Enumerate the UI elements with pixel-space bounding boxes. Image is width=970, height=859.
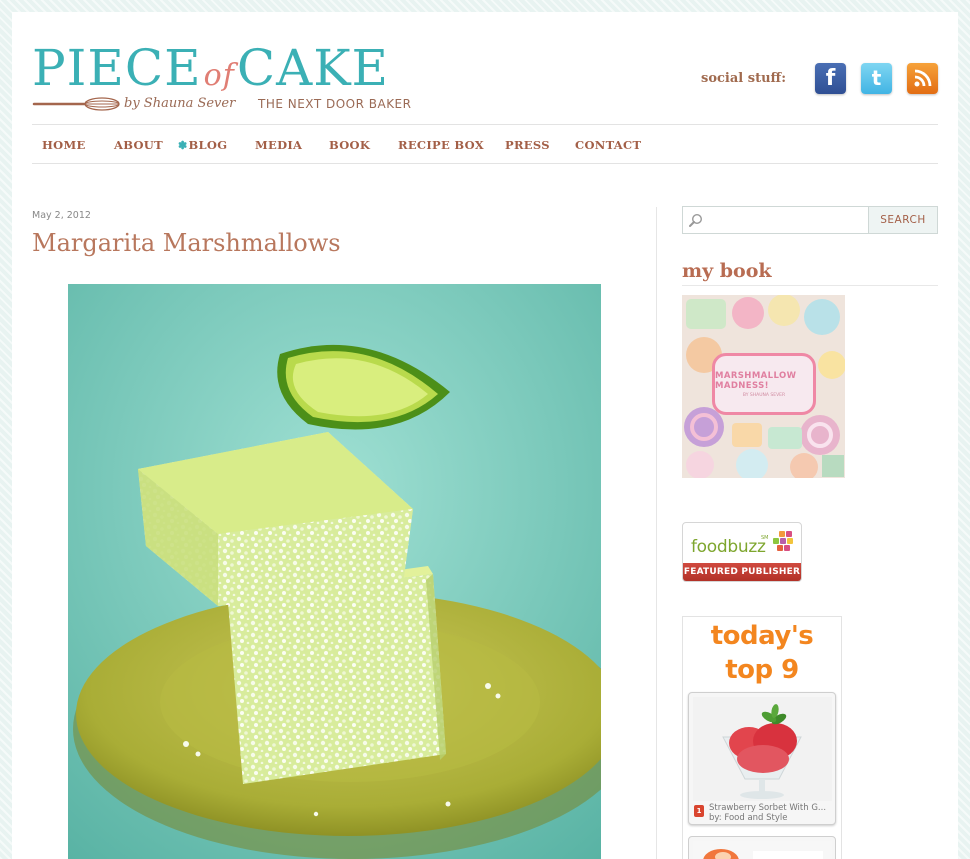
search-button[interactable]: SEARCH xyxy=(868,206,938,234)
main-nav: HOME ABOUT ✽BLOG MEDIA BOOK RECIPE BOX P… xyxy=(32,124,938,164)
top9-item[interactable] xyxy=(688,836,836,859)
logo-wordmark: PIECEofCAKE xyxy=(32,39,390,97)
book-cover[interactable]: MARSHMALLOW MADNESS! BY SHAUNA SEVER xyxy=(682,295,845,478)
site-logo[interactable]: PIECEofCAKE by Shauna Sever THE NEXT DOO… xyxy=(32,39,412,124)
nav-about[interactable]: ABOUT xyxy=(114,138,163,152)
foodbuzz-logo: foodbuzz xyxy=(691,537,766,557)
rank-badge: 1 xyxy=(694,805,704,817)
top9-item-image xyxy=(693,697,832,801)
top9-heading: today's top 9 xyxy=(710,621,814,685)
foodbuzz-badge[interactable]: foodbuzz SM FEATURED PUBLISHER xyxy=(682,522,802,582)
post-date: May 2, 2012 xyxy=(32,210,91,221)
facebook-icon[interactable]: f xyxy=(815,62,846,94)
nav-blog[interactable]: ✽BLOG xyxy=(178,138,227,152)
nav-press[interactable]: PRESS xyxy=(505,138,550,152)
top9-item-image xyxy=(693,841,832,859)
nav-recipe-box[interactable]: RECIPE BOX xyxy=(398,138,484,152)
my-book-heading: my book xyxy=(682,260,938,286)
column-divider xyxy=(656,207,657,859)
nav-home[interactable]: HOME xyxy=(42,138,86,152)
search-form: SEARCH xyxy=(682,206,938,234)
social-label: social stuff: xyxy=(701,70,786,86)
top9-item-caption: Strawberry Sorbet With G... by: Food and… xyxy=(709,803,827,823)
nav-media[interactable]: MEDIA xyxy=(255,138,302,152)
top9-item[interactable]: 1 Strawberry Sorbet With G... by: Food a… xyxy=(688,692,836,825)
search-input[interactable] xyxy=(682,206,868,234)
book-cover-title: MARSHMALLOW MADNESS! BY SHAUNA SEVER xyxy=(712,353,816,415)
rss-icon[interactable] xyxy=(907,62,938,94)
logo-byline: by Shauna Sever xyxy=(124,96,236,111)
nav-book[interactable]: BOOK xyxy=(329,138,370,152)
nav-contact[interactable]: CONTACT xyxy=(575,138,641,152)
whisk-icon xyxy=(32,97,120,111)
post-photo xyxy=(68,284,601,859)
social-links: social stuff: f t xyxy=(701,62,938,94)
search-icon xyxy=(689,213,703,227)
post-title[interactable]: Margarita Marshmallows xyxy=(32,229,341,257)
featured-publisher-label: FEATURED PUBLISHER xyxy=(683,563,801,581)
logo-tagline: THE NEXT DOOR BAKER xyxy=(258,97,412,111)
foodbuzz-dots-icon xyxy=(773,531,793,551)
top9-widget: today's top 9 1 Strawberry Sorbet With G… xyxy=(682,616,842,859)
page: PIECEofCAKE by Shauna Sever THE NEXT DOO… xyxy=(12,12,958,859)
flower-icon: ✽ xyxy=(178,139,188,152)
twitter-icon[interactable]: t xyxy=(861,62,892,94)
